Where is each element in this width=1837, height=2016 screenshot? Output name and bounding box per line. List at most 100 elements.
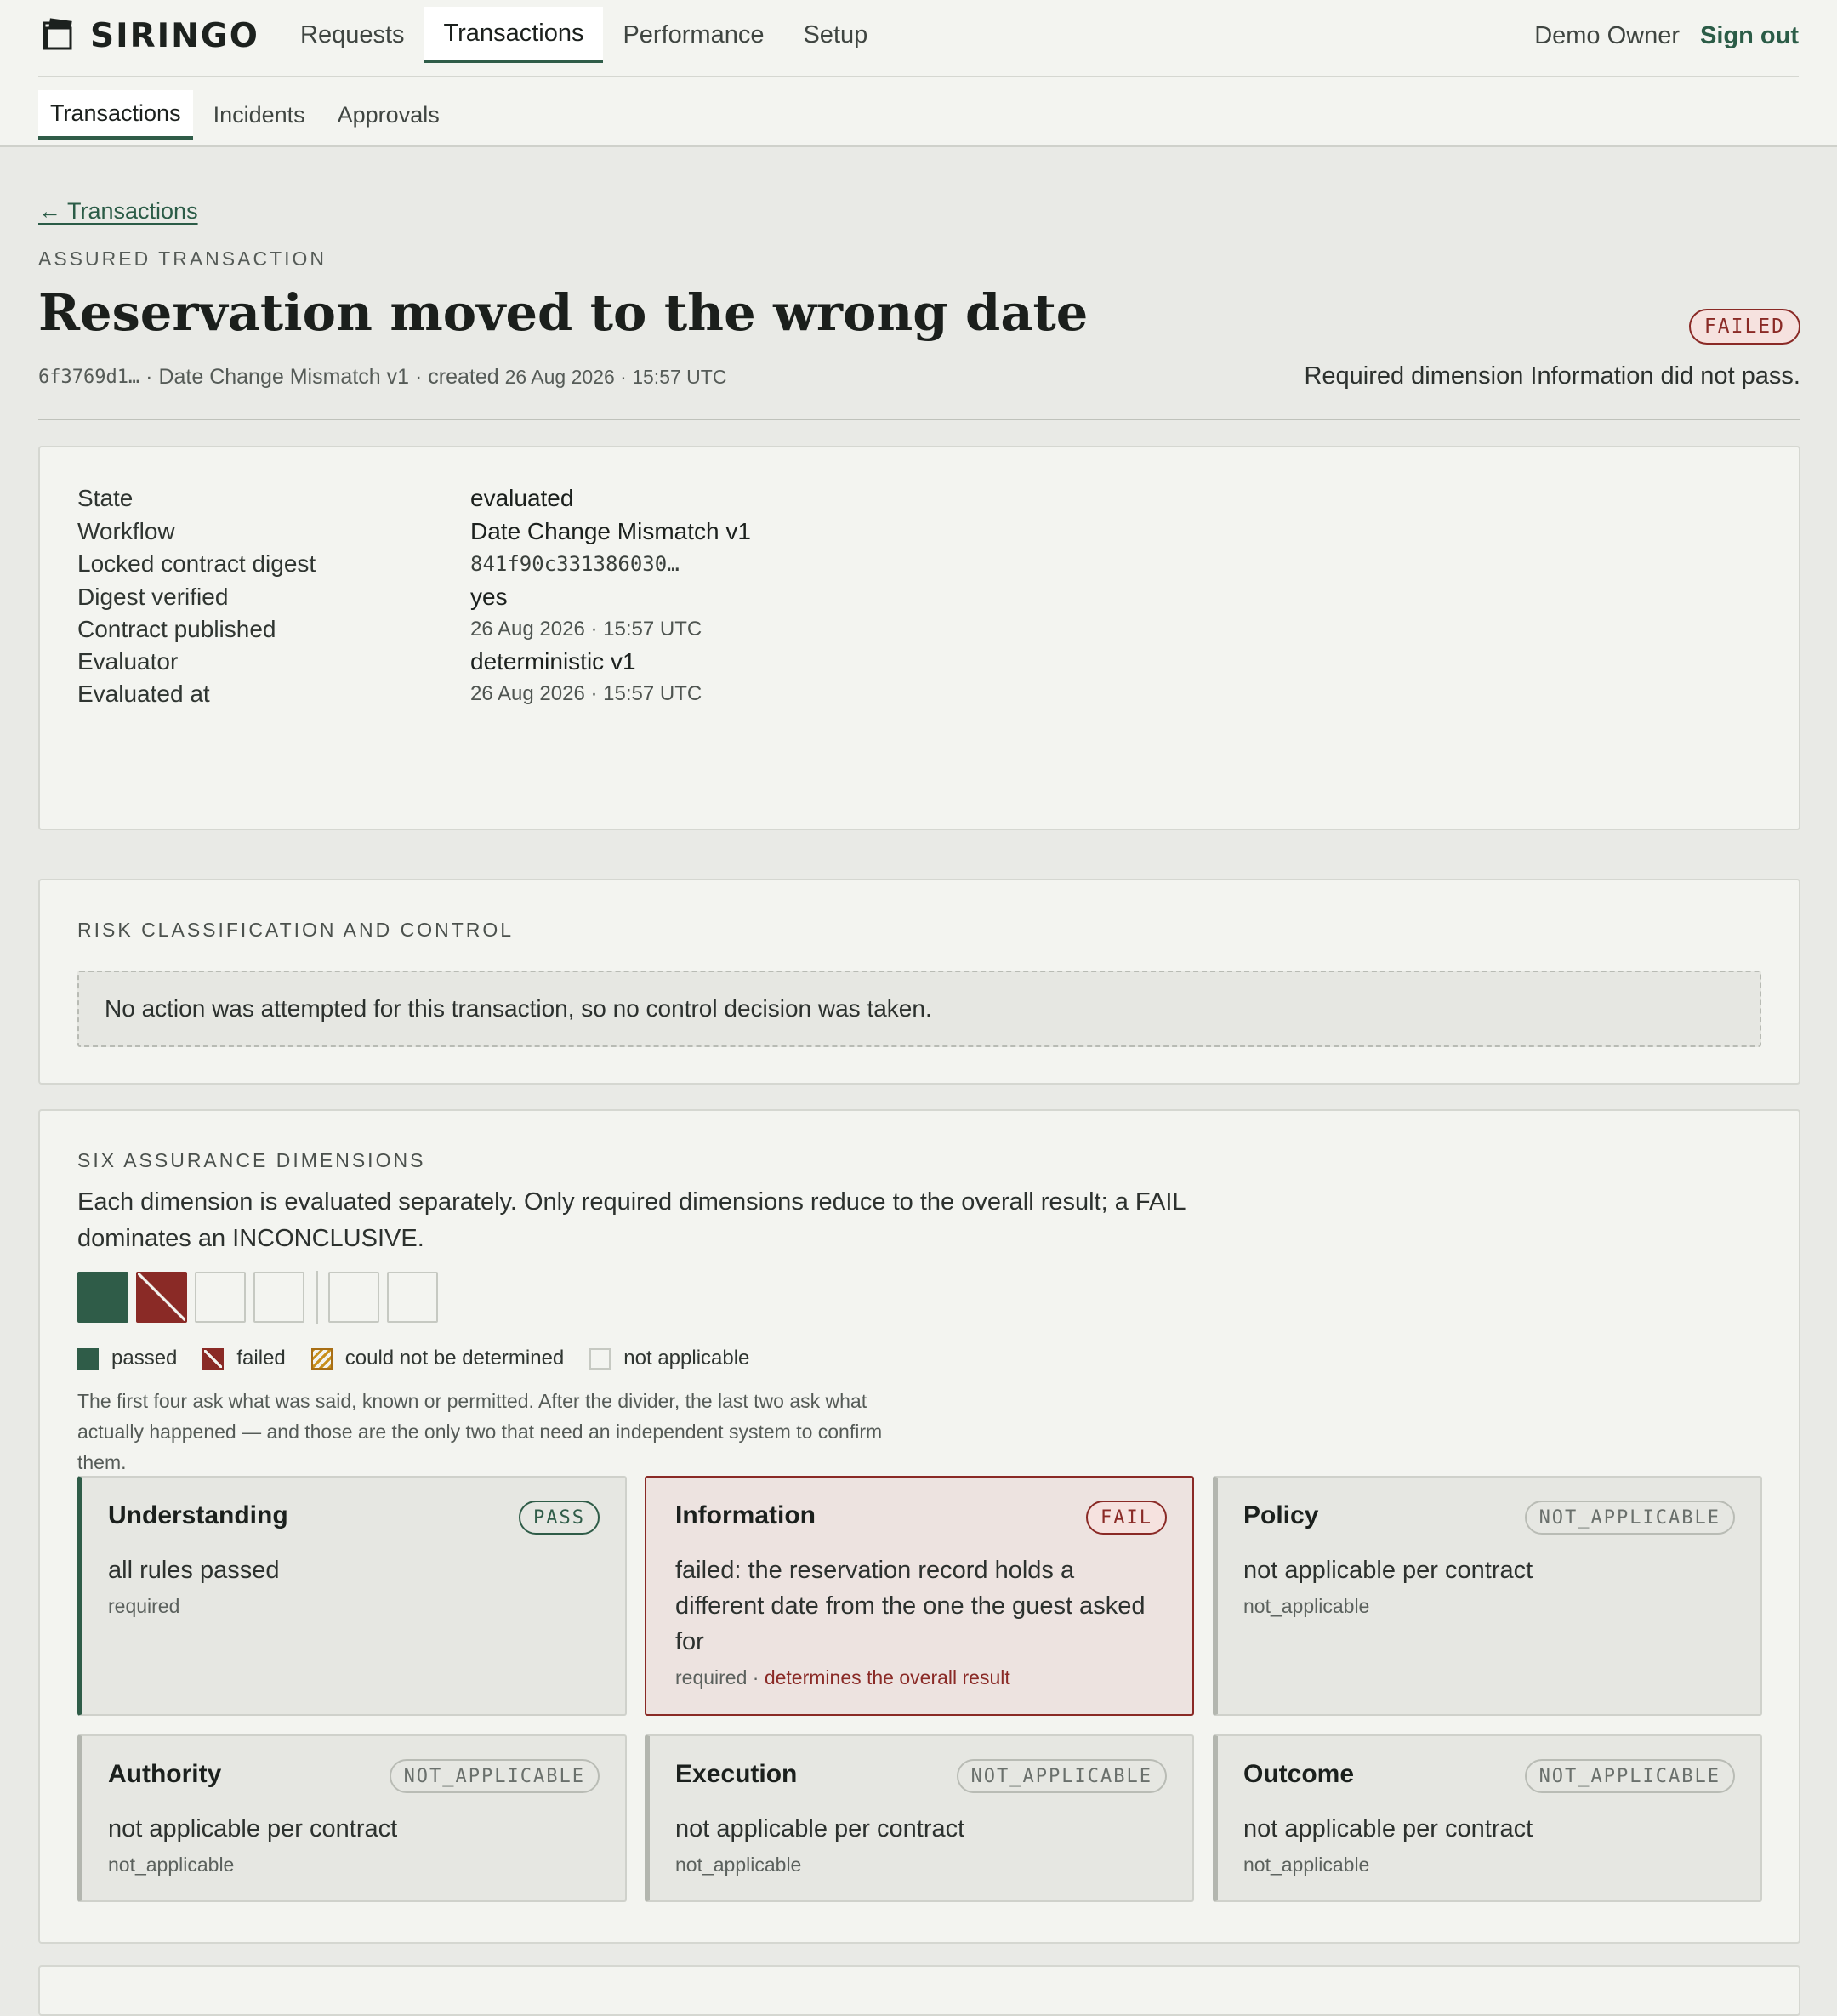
dimension-emphasis: determines the overall result xyxy=(764,1666,1010,1689)
user-name: Demo Owner xyxy=(1534,21,1681,49)
dimension-meta: required xyxy=(108,1595,180,1617)
strip-square-authority xyxy=(253,1272,304,1323)
next-section-card xyxy=(38,1965,1800,2016)
page-eyebrow: ASSURED TRANSACTION xyxy=(38,248,327,270)
fact-value: deterministic v1 xyxy=(470,648,636,675)
fact-row: Evaluated at 26 Aug 2026 · 15:57 UTC xyxy=(77,677,702,711)
legend-item: could not be determined xyxy=(310,1347,565,1370)
dimension-summary: not applicable per contract xyxy=(1243,1815,1533,1842)
strip-divider xyxy=(316,1271,318,1324)
fact-value: 26 Aug 2026 · 15:57 UTC xyxy=(470,682,702,705)
subtab-transactions[interactable]: Transactions xyxy=(38,90,193,140)
fact-row: Contract published 26 Aug 2026 · 15:57 U… xyxy=(77,612,702,646)
fact-label: Contract published xyxy=(77,616,276,642)
dimension-meta: required · determines the overall result xyxy=(675,1666,1010,1689)
top-navigation: SIRINGO Requests Transactions Performanc… xyxy=(0,0,1837,147)
subtab-approvals[interactable]: Approvals xyxy=(326,90,452,140)
dimension-summary: failed: the reservation record holds a d… xyxy=(675,1557,1146,1655)
dimension-meta: not_applicable xyxy=(108,1854,235,1876)
dimension-meta: not_applicable xyxy=(1243,1854,1370,1876)
dimension-name: Policy xyxy=(1243,1501,1319,1529)
tab-transactions[interactable]: Transactions xyxy=(424,7,604,63)
dimension-status-badge: PASS xyxy=(519,1501,600,1535)
status-reason: Required dimension Information did not p… xyxy=(1304,362,1800,390)
dimension-name: Outcome xyxy=(1243,1760,1355,1788)
dimension-name: Information xyxy=(675,1501,816,1529)
legend-label: passed xyxy=(111,1347,178,1370)
fact-row: Locked contract digest 841f90c331386030… xyxy=(77,547,680,581)
fact-value: yes xyxy=(470,584,508,610)
strip-square-execution xyxy=(328,1272,379,1323)
main-nav: Requests Transactions Performance Setup xyxy=(281,7,887,63)
strip-square-policy xyxy=(195,1272,246,1323)
fact-label: Evaluator xyxy=(77,648,179,675)
dimensions-note: The first four ask what was said, known … xyxy=(77,1390,883,1473)
fact-label: Locked contract digest xyxy=(77,550,316,577)
dimension-name: Understanding xyxy=(108,1501,288,1529)
dimension-card-authority[interactable]: Authority NOT_APPLICABLE not applicable … xyxy=(77,1734,627,1902)
legend-label: could not be determined xyxy=(344,1347,565,1370)
dimension-status-badge: NOT_APPLICABLE xyxy=(1524,1759,1735,1793)
dimension-card-execution[interactable]: Execution NOT_APPLICABLE not applicable … xyxy=(645,1734,1194,1902)
dimension-card-information[interactable]: Information FAIL failed: the reservation… xyxy=(645,1476,1194,1716)
dimension-status-badge: NOT_APPLICABLE xyxy=(389,1759,600,1793)
legend-item: passed xyxy=(77,1347,177,1370)
dimension-summary: all rules passed xyxy=(108,1557,280,1584)
legend-item: not applicable xyxy=(589,1347,749,1370)
risk-classification-card: RISK CLASSIFICATION AND CONTROL No actio… xyxy=(38,879,1800,1085)
legend-label: failed xyxy=(236,1347,286,1370)
legend-swatch-inconclusive xyxy=(310,1347,333,1370)
legend-label: not applicable xyxy=(623,1347,750,1370)
fact-label: Workflow xyxy=(77,518,175,544)
back-to-transactions-link[interactable]: ← Transactions xyxy=(38,198,198,225)
dimension-card-policy[interactable]: Policy NOT_APPLICABLE not applicable per… xyxy=(1213,1476,1762,1716)
assurance-dimensions-card: SIX ASSURANCE DIMENSIONS Each dimension … xyxy=(38,1109,1800,1944)
fact-label: State xyxy=(77,485,134,511)
dimension-summary: not applicable per contract xyxy=(108,1815,398,1842)
dimension-summary: not applicable per contract xyxy=(1243,1557,1533,1584)
section-heading: RISK CLASSIFICATION AND CONTROL xyxy=(77,919,515,941)
fact-label: Evaluated at xyxy=(77,681,210,707)
fact-value: 26 Aug 2026 · 15:57 UTC xyxy=(470,618,702,641)
subtab-incidents[interactable]: Incidents xyxy=(202,90,317,140)
strip-square-understanding xyxy=(77,1272,128,1323)
dimensions-description: Each dimension is evaluated separately. … xyxy=(77,1188,1186,1252)
tab-performance[interactable]: Performance xyxy=(603,7,783,63)
tab-setup[interactable]: Setup xyxy=(783,7,887,63)
legend-item: failed xyxy=(202,1347,286,1370)
dimension-name: Execution xyxy=(675,1760,798,1788)
fact-row: Workflow Date Change Mismatch v1 xyxy=(77,515,751,549)
dimension-status-badge: FAIL xyxy=(1086,1501,1167,1535)
strip-square-information xyxy=(136,1272,187,1323)
fact-value: Date Change Mismatch v1 xyxy=(470,518,751,544)
fact-value: 841f90c331386030… xyxy=(470,552,680,576)
transaction-facts-card: State evaluated Workflow Date Change Mis… xyxy=(38,446,1800,830)
dimension-meta-text: required · xyxy=(675,1666,759,1689)
risk-note: No action was attempted for this transac… xyxy=(77,971,1761,1047)
dimension-strip xyxy=(77,1271,446,1324)
sign-out-link[interactable]: Sign out xyxy=(1700,22,1799,50)
fact-label: Digest verified xyxy=(77,584,229,610)
nav-divider xyxy=(38,76,1799,77)
dimension-name: Authority xyxy=(108,1760,222,1788)
fact-row: Digest verified yes xyxy=(77,580,508,614)
dimension-card-understanding[interactable]: Understanding PASS all rules passed requ… xyxy=(77,1476,627,1716)
transaction-workflow: · Date Change Mismatch v1 · created xyxy=(145,365,499,389)
tab-requests[interactable]: Requests xyxy=(281,7,424,63)
status-badge: FAILED xyxy=(1688,309,1800,345)
transaction-id: 6f3769d1… xyxy=(38,367,140,388)
transaction-meta: 6f3769d1… · Date Change Mismatch v1 · cr… xyxy=(38,365,726,390)
dimension-card-outcome[interactable]: Outcome NOT_APPLICABLE not applicable pe… xyxy=(1213,1734,1762,1902)
dimension-status-badge: NOT_APPLICABLE xyxy=(956,1759,1167,1793)
dimension-status-badge: NOT_APPLICABLE xyxy=(1524,1501,1735,1535)
brand-name: SIRINGO xyxy=(90,16,259,55)
section-heading: SIX ASSURANCE DIMENSIONS xyxy=(77,1149,426,1171)
book-stack-icon xyxy=(43,18,72,50)
dimension-legend: passed failed could not be determined no… xyxy=(77,1341,775,1375)
created-date: 26 Aug 2026 · 15:57 UTC xyxy=(504,366,727,388)
fact-row: Evaluator deterministic v1 xyxy=(77,645,636,679)
legend-swatch-failed xyxy=(202,1347,225,1370)
header-divider xyxy=(38,419,1800,420)
dimension-meta: not_applicable xyxy=(1243,1595,1370,1617)
brand[interactable]: SIRINGO xyxy=(39,15,259,56)
